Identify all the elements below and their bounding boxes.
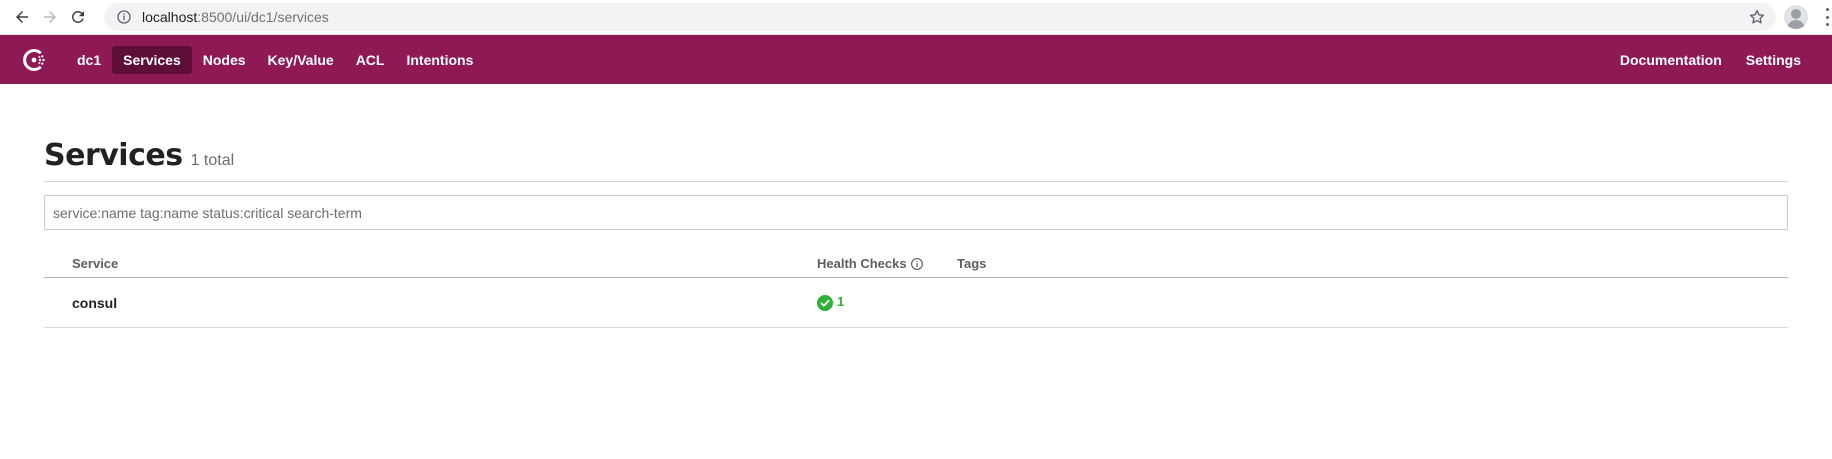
column-header-tags: Tags <box>957 256 987 271</box>
browser-toolbar: localhost:8500/ui/dc1/services <box>0 0 1832 35</box>
address-bar[interactable]: localhost:8500/ui/dc1/services <box>104 3 1776 31</box>
page-header: Services 1 total <box>44 138 1788 182</box>
service-name-link[interactable]: consul <box>44 295 817 311</box>
url-host: localhost <box>142 9 198 25</box>
table-header: Service Health Checks Tags <box>44 250 1788 278</box>
nav-acl[interactable]: ACL <box>345 46 396 74</box>
nav-services[interactable]: Services <box>112 45 192 74</box>
main-nav: dc1 Services Nodes Key/Value ACL Intenti… <box>66 45 484 74</box>
main-content: Services 1 total Service Health Checks T… <box>0 138 1832 328</box>
health-passing-count: 1 <box>837 294 845 309</box>
app-header: dc1 Services Nodes Key/Value ACL Intenti… <box>0 35 1832 84</box>
column-header-health-checks: Health Checks <box>817 256 957 271</box>
profile-avatar-icon[interactable] <box>1784 5 1808 29</box>
url-path: :8500/ui/dc1/services <box>197 9 329 25</box>
nav-key-value[interactable]: Key/Value <box>257 46 345 74</box>
page-title: Services <box>44 138 183 173</box>
reload-icon[interactable] <box>64 3 92 31</box>
column-header-service: Service <box>72 256 119 271</box>
nav-datacenter[interactable]: dc1 <box>66 46 112 74</box>
bookmark-star-icon[interactable] <box>1748 8 1766 26</box>
search-box <box>44 195 1788 230</box>
info-icon[interactable] <box>910 257 924 271</box>
search-input[interactable] <box>53 204 1779 221</box>
service-count: 1 total <box>190 152 235 169</box>
nav-settings[interactable]: Settings <box>1735 46 1812 74</box>
health-checks-cell: 1 <box>817 294 957 311</box>
back-icon[interactable] <box>8 3 36 31</box>
check-circle-icon <box>817 294 833 311</box>
nav-documentation[interactable]: Documentation <box>1609 46 1733 74</box>
site-info-icon[interactable] <box>116 9 132 25</box>
health-checks-label: Health Checks <box>817 256 907 271</box>
services-table: Service Health Checks Tags consul 1 <box>44 250 1788 328</box>
secondary-nav: Documentation Settings <box>1607 46 1812 74</box>
forward-icon[interactable] <box>36 3 64 31</box>
browser-menu-icon[interactable] <box>1824 8 1830 26</box>
nav-intentions[interactable]: Intentions <box>395 46 484 74</box>
nav-nodes[interactable]: Nodes <box>192 46 257 74</box>
table-row[interactable]: consul 1 <box>44 278 1788 328</box>
url-text[interactable]: localhost:8500/ui/dc1/services <box>142 9 1748 25</box>
consul-logo-icon[interactable] <box>20 45 50 75</box>
